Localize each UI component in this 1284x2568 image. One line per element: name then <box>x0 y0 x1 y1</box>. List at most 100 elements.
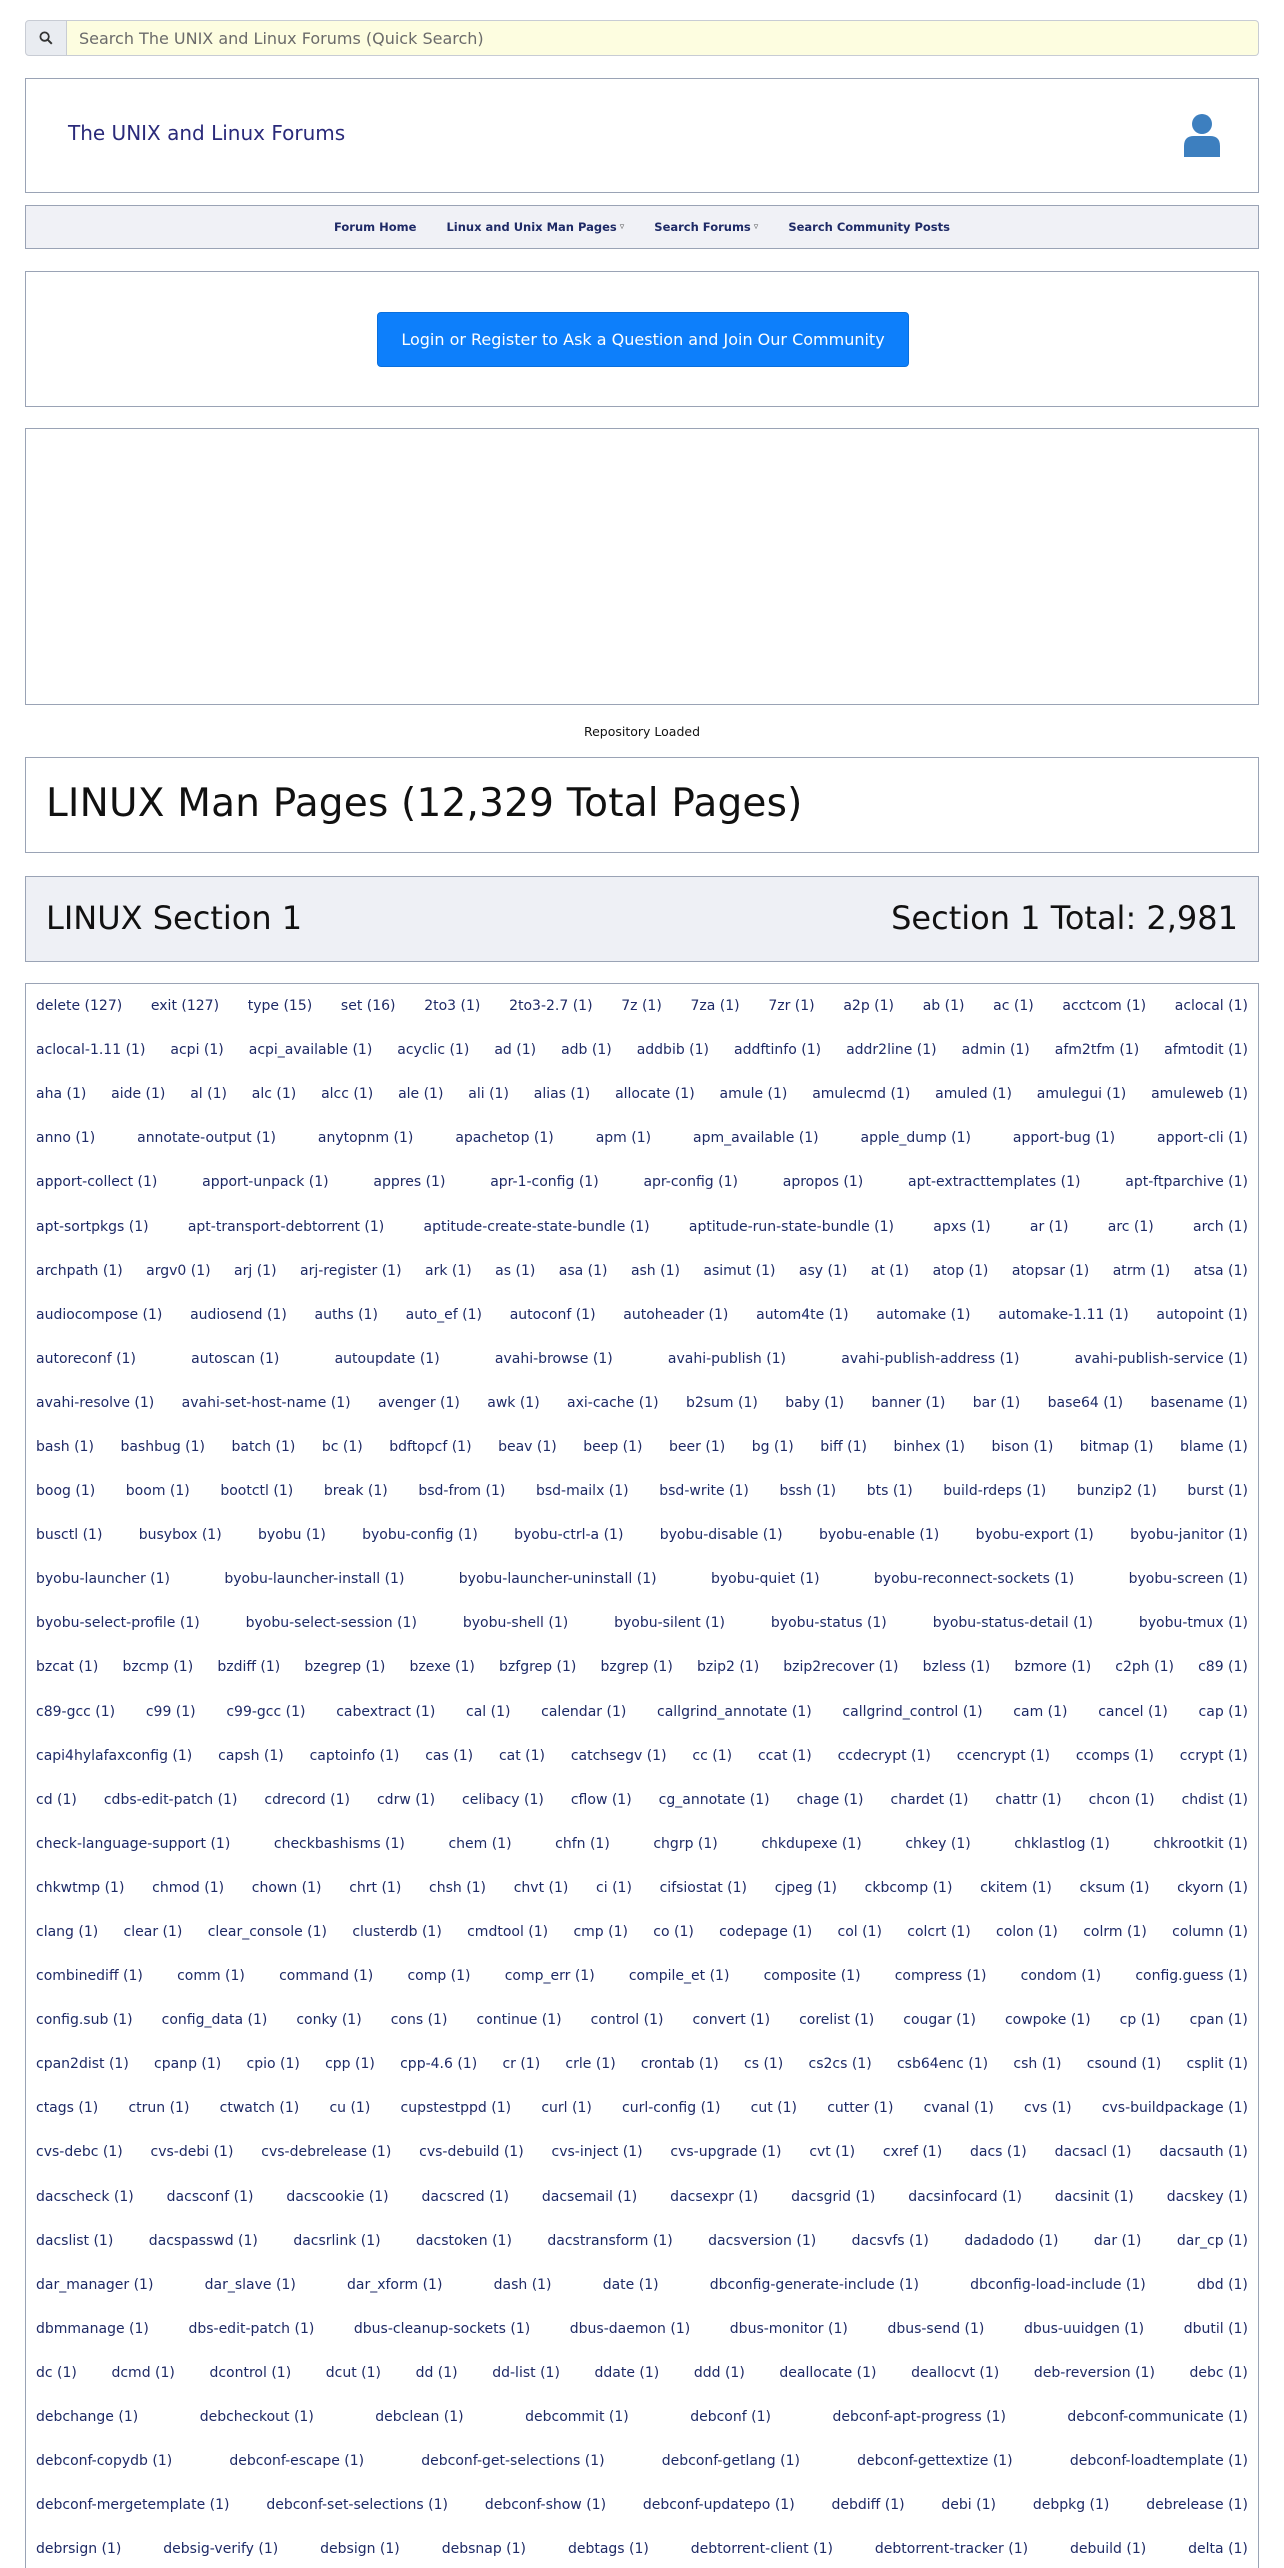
man-page-link[interactable]: cutter (1) <box>827 2100 893 2116</box>
man-page-link[interactable]: amulegui (1) <box>1037 1086 1127 1102</box>
man-page-link[interactable]: clear (1) <box>124 1924 183 1940</box>
man-page-link[interactable]: condom (1) <box>1021 1968 1102 1984</box>
man-page-link[interactable]: col (1) <box>838 1924 882 1940</box>
man-page-link[interactable]: boog (1) <box>36 1483 95 1499</box>
man-page-link[interactable]: ale (1) <box>398 1086 443 1102</box>
man-page-link[interactable]: apt-extracttemplates (1) <box>908 1174 1080 1190</box>
man-page-link[interactable]: debconf-loadtemplate (1) <box>1070 2453 1248 2469</box>
man-page-link[interactable]: chown (1) <box>252 1880 322 1896</box>
man-page-link[interactable]: dar_cp (1) <box>1177 2233 1248 2249</box>
man-page-link[interactable]: convert (1) <box>692 2012 770 2028</box>
man-page-link[interactable]: alc (1) <box>252 1086 296 1102</box>
man-page-link[interactable]: autoupdate (1) <box>335 1351 440 1367</box>
man-page-link[interactable]: a2p (1) <box>843 998 894 1014</box>
man-page-link[interactable]: dar_xform (1) <box>347 2277 442 2293</box>
man-page-link[interactable]: curl-config (1) <box>622 2100 720 2116</box>
man-page-link[interactable]: bzcmp (1) <box>122 1659 193 1675</box>
man-page-link[interactable]: chcon (1) <box>1089 1792 1155 1808</box>
man-page-link[interactable]: avahi-publish-address (1) <box>841 1351 1019 1367</box>
man-page-link[interactable]: banner (1) <box>872 1395 946 1411</box>
man-page-link[interactable]: cvs-buildpackage (1) <box>1102 2100 1248 2116</box>
man-page-link[interactable]: config_data (1) <box>162 2012 268 2028</box>
man-page-link[interactable]: byobu-status (1) <box>771 1615 887 1631</box>
man-page-link[interactable]: debsnap (1) <box>442 2541 526 2557</box>
site-title[interactable]: The UNIX and Linux Forums <box>68 121 345 145</box>
man-page-link[interactable]: dacskey (1) <box>1167 2189 1248 2205</box>
man-page-link[interactable]: apport-cli (1) <box>1157 1130 1248 1146</box>
man-page-link[interactable]: chkdupexe (1) <box>761 1836 861 1852</box>
man-page-link[interactable]: 2to3 (1) <box>424 998 480 1014</box>
man-page-link[interactable]: debconf-getlang (1) <box>662 2453 800 2469</box>
man-page-link[interactable]: captoinfo (1) <box>310 1748 400 1764</box>
man-page-link[interactable]: dd (1) <box>416 2365 458 2381</box>
man-page-link[interactable]: avahi-publish-service (1) <box>1075 1351 1248 1367</box>
man-page-link[interactable]: dacs (1) <box>970 2144 1027 2160</box>
man-page-link[interactable]: ab (1) <box>923 998 965 1014</box>
man-page-link[interactable]: apt-sortpkgs (1) <box>36 1219 149 1235</box>
man-page-link[interactable]: dacspasswd (1) <box>149 2233 258 2249</box>
man-page-link[interactable]: config.sub (1) <box>36 2012 133 2028</box>
man-page-link[interactable]: avenger (1) <box>378 1395 460 1411</box>
man-page-link[interactable]: dacstoken (1) <box>416 2233 512 2249</box>
man-page-link[interactable]: cd (1) <box>36 1792 77 1808</box>
man-page-link[interactable]: ckbcomp (1) <box>865 1880 953 1896</box>
man-page-link[interactable]: arch (1) <box>1193 1219 1248 1235</box>
man-page-link[interactable]: date (1) <box>603 2277 659 2293</box>
man-page-link[interactable]: dadadodo (1) <box>964 2233 1058 2249</box>
man-page-link[interactable]: cons (1) <box>391 2012 448 2028</box>
man-page-link[interactable]: chardet (1) <box>891 1792 969 1808</box>
man-page-link[interactable]: 7za (1) <box>691 998 740 1014</box>
man-page-link[interactable]: cvanal (1) <box>924 2100 994 2116</box>
man-page-link[interactable]: colon (1) <box>996 1924 1058 1940</box>
man-page-link[interactable]: bash (1) <box>36 1439 94 1455</box>
man-page-link[interactable]: dash (1) <box>494 2277 552 2293</box>
man-page-link[interactable]: colcrt (1) <box>907 1924 970 1940</box>
man-page-link[interactable]: bssh (1) <box>779 1483 836 1499</box>
man-page-link[interactable]: dbus-cleanup-sockets (1) <box>354 2321 530 2337</box>
man-page-link[interactable]: al (1) <box>190 1086 227 1102</box>
man-page-link[interactable]: delta (1) <box>1188 2541 1248 2557</box>
man-page-link[interactable]: apple_dump (1) <box>861 1130 971 1146</box>
man-page-link[interactable]: compile_et (1) <box>629 1968 730 1984</box>
man-page-link[interactable]: deallocvt (1) <box>911 2365 999 2381</box>
man-page-link[interactable]: chsh (1) <box>429 1880 486 1896</box>
nav-search-forums[interactable]: Search Forums ▿ <box>654 220 758 234</box>
man-page-link[interactable]: at (1) <box>871 1263 909 1279</box>
man-page-link[interactable]: composite (1) <box>764 1968 861 1984</box>
man-page-link[interactable]: debrelease (1) <box>1146 2497 1248 2513</box>
man-page-link[interactable]: cvs-inject (1) <box>552 2144 643 2160</box>
man-page-link[interactable]: aptitude-create-state-bundle (1) <box>424 1219 650 1235</box>
man-page-link[interactable]: debconf-apt-progress (1) <box>832 2409 1005 2425</box>
man-page-link[interactable]: ci (1) <box>596 1880 632 1896</box>
man-page-link[interactable]: cmdtool (1) <box>467 1924 548 1940</box>
man-page-link[interactable]: curl (1) <box>541 2100 592 2116</box>
man-page-link[interactable]: atsa (1) <box>1194 1263 1248 1279</box>
man-page-link[interactable]: base64 (1) <box>1048 1395 1123 1411</box>
man-page-link[interactable]: bitmap (1) <box>1080 1439 1154 1455</box>
man-page-link[interactable]: c89-gcc (1) <box>36 1704 115 1720</box>
man-page-link[interactable]: clusterdb (1) <box>352 1924 441 1940</box>
man-page-link[interactable]: byobu-silent (1) <box>614 1615 725 1631</box>
nav-man-pages[interactable]: Linux and Unix Man Pages ▿ <box>446 220 624 234</box>
man-page-link[interactable]: acpi_available (1) <box>249 1042 373 1058</box>
man-page-link[interactable]: anytopnm (1) <box>318 1130 413 1146</box>
man-page-link[interactable]: automake-1.11 (1) <box>998 1307 1128 1323</box>
man-page-link[interactable]: arj-register (1) <box>300 1263 402 1279</box>
man-page-link[interactable]: cpio (1) <box>247 2056 300 2072</box>
man-page-link[interactable]: cdbs-edit-patch (1) <box>104 1792 238 1808</box>
man-page-link[interactable]: debi (1) <box>941 2497 996 2513</box>
man-page-link[interactable]: avahi-publish (1) <box>668 1351 786 1367</box>
man-page-link[interactable]: cpan (1) <box>1190 2012 1248 2028</box>
man-page-link[interactable]: dacsexpr (1) <box>670 2189 758 2205</box>
man-page-link[interactable]: beer (1) <box>669 1439 725 1455</box>
man-page-link[interactable]: debrsign (1) <box>36 2541 121 2557</box>
man-page-link[interactable]: dacscookie (1) <box>286 2189 388 2205</box>
man-page-link[interactable]: burst (1) <box>1187 1483 1248 1499</box>
man-page-link[interactable]: byobu-reconnect-sockets (1) <box>874 1571 1074 1587</box>
man-page-link[interactable]: byobu-launcher-install (1) <box>224 1571 404 1587</box>
man-page-link[interactable]: c99 (1) <box>146 1704 196 1720</box>
nav-search-community-posts[interactable]: Search Community Posts <box>788 220 950 234</box>
man-page-link[interactable]: check-language-support (1) <box>36 1836 230 1852</box>
man-page-link[interactable]: debconf-escape (1) <box>229 2453 364 2469</box>
man-page-link[interactable]: dacsconf (1) <box>167 2189 254 2205</box>
